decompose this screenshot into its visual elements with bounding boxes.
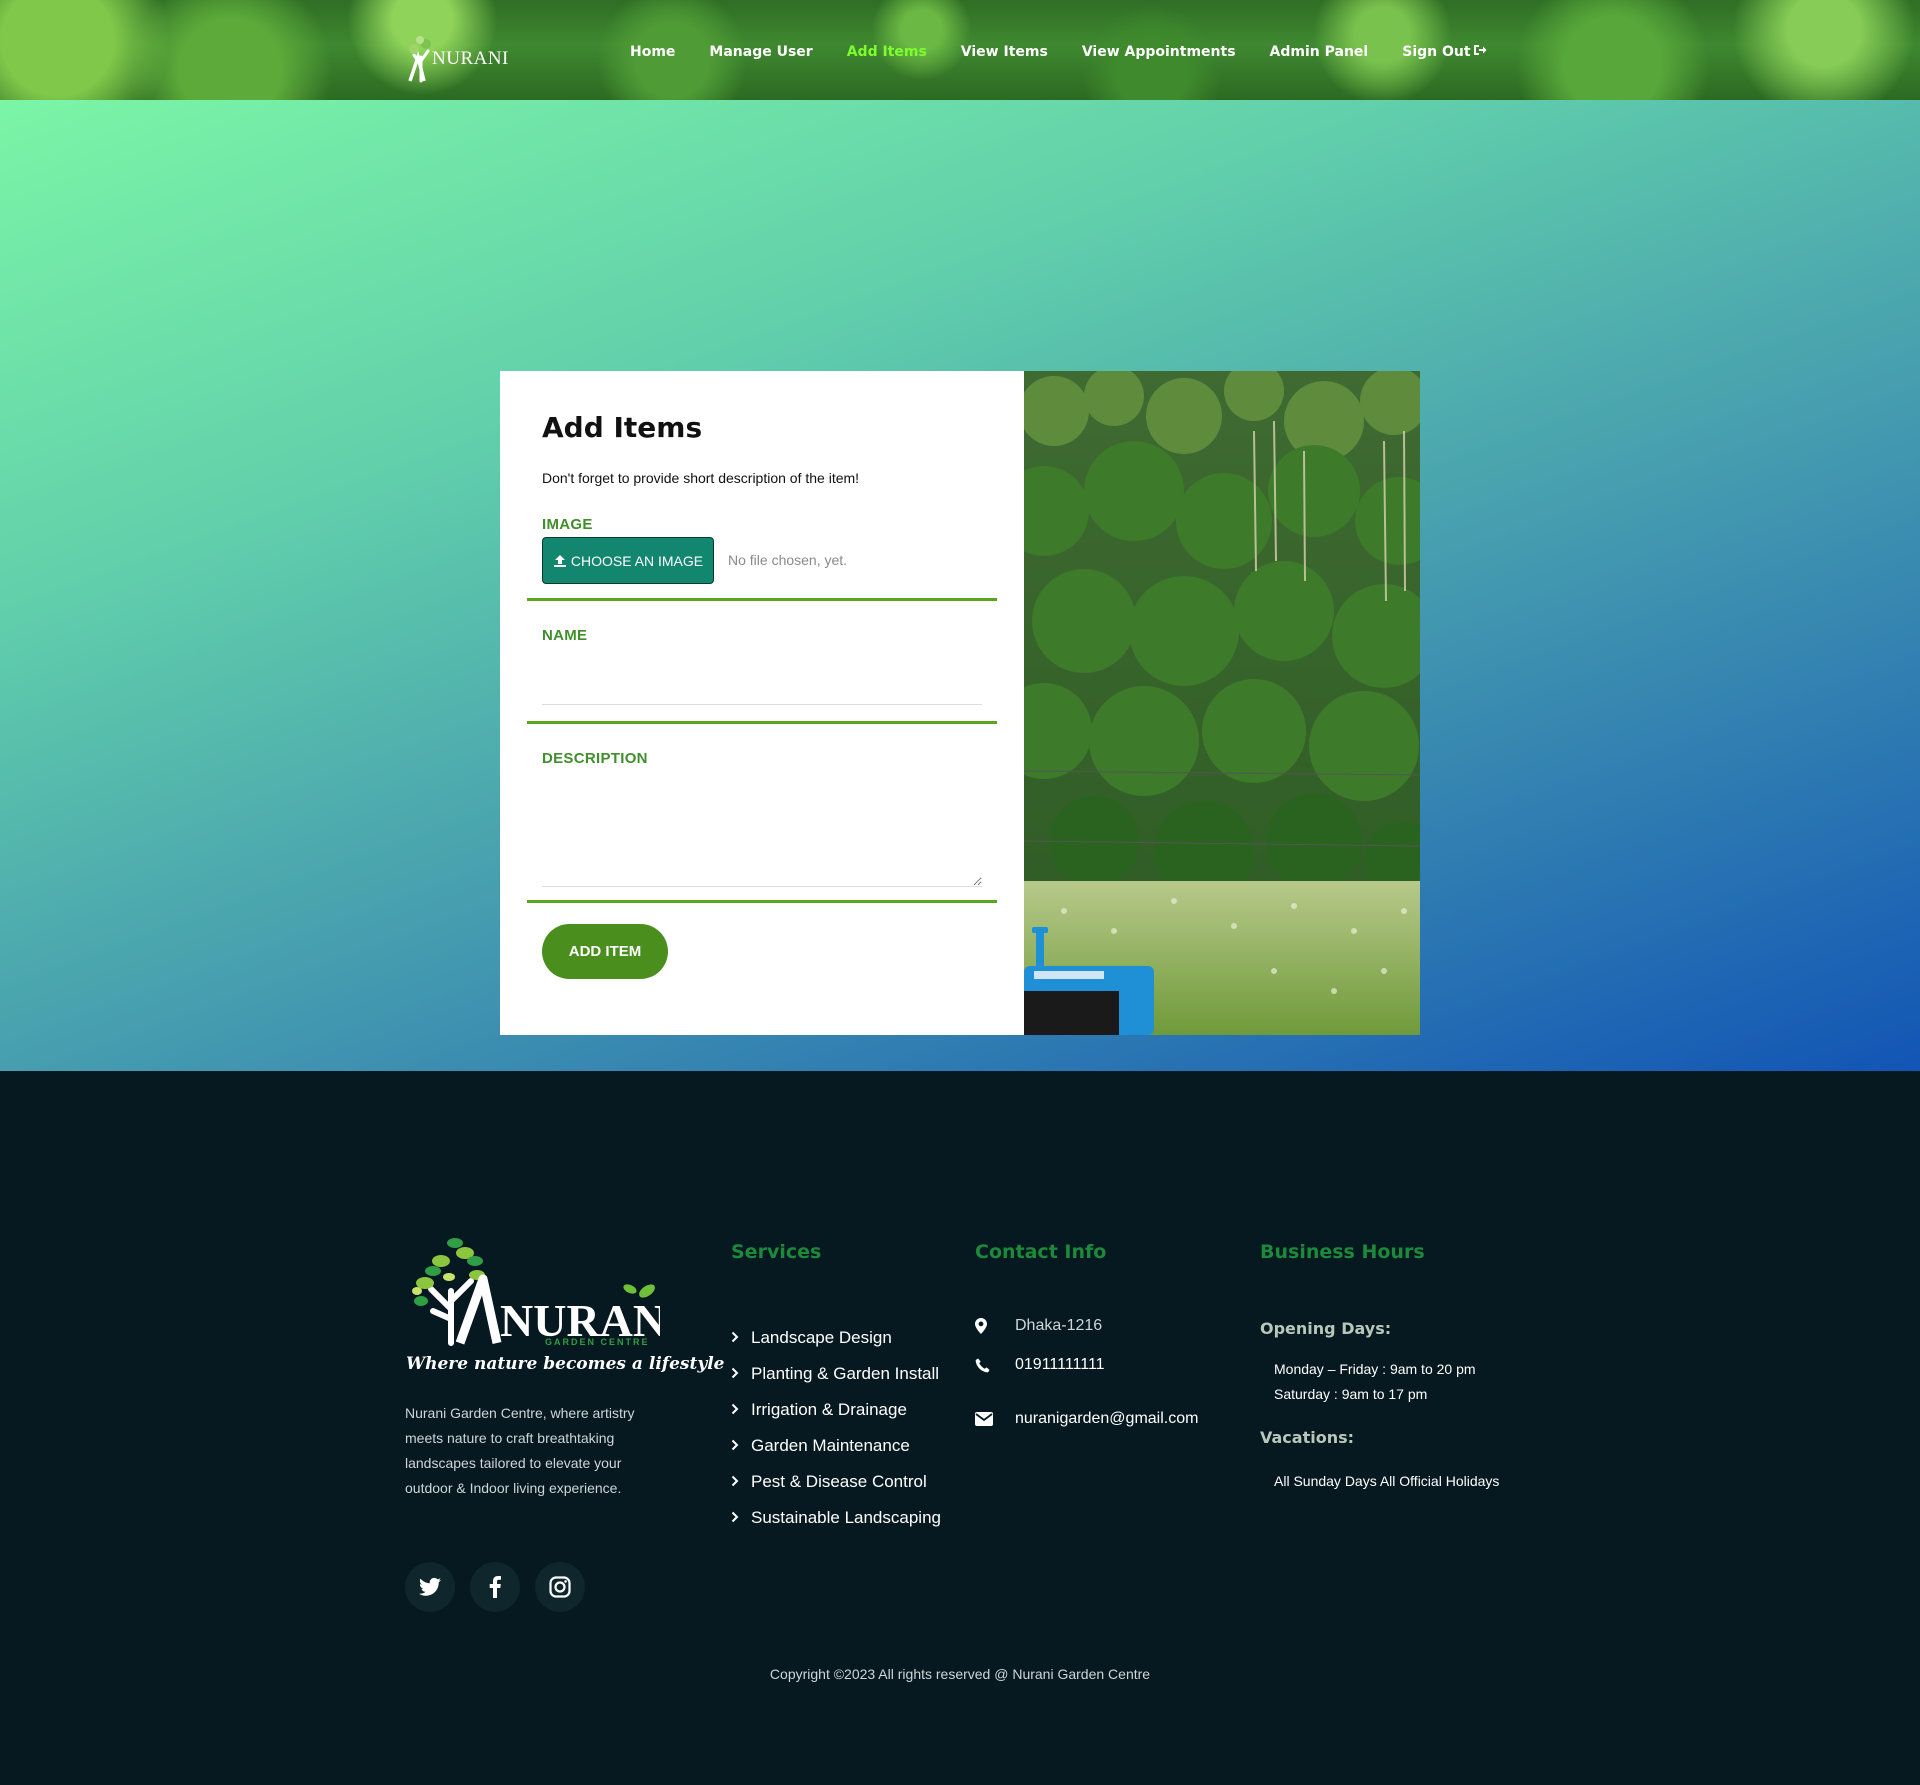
opening-days-label: Opening Days: [1260, 1319, 1392, 1338]
envelope-icon [975, 1412, 1015, 1426]
instagram-link[interactable] [535, 1562, 585, 1612]
services-heading: Services [731, 1241, 822, 1263]
services-list: Landscape Design Planting & Garden Insta… [731, 1320, 941, 1536]
footer-tagline: Where nature becomes a lifestyle [406, 1354, 725, 1374]
name-label: NAME [542, 627, 588, 644]
facebook-icon [489, 1576, 501, 1598]
hero-section: Add Items Don't forget to provide short … [0, 100, 1920, 1071]
add-item-card: Add Items Don't forget to provide short … [500, 371, 1420, 1035]
contact-heading: Contact Info [975, 1241, 1107, 1263]
service-item[interactable]: Pest & Disease Control [731, 1464, 941, 1500]
nav-sign-out[interactable]: Sign Out [1402, 44, 1487, 60]
service-item[interactable]: Irrigation & Drainage [731, 1392, 941, 1428]
service-label: Planting & Garden Install [751, 1364, 940, 1383]
service-label: Garden Maintenance [751, 1436, 910, 1455]
saturday-hours: Saturday : 9am to 17 pm [1274, 1386, 1428, 1402]
footer-brand-subtitle: GARDEN CENTRE [545, 1337, 650, 1346]
nav-admin-panel[interactable]: Admin Panel [1270, 44, 1369, 60]
chevron-right-icon [731, 1328, 739, 1348]
chevron-right-icon [731, 1472, 739, 1492]
contact-address: Dhaka-1216 [975, 1317, 1102, 1335]
footer-about-text: Nurani Garden Centre, where artistry mee… [405, 1405, 635, 1496]
instagram-icon [549, 1576, 571, 1598]
service-item[interactable]: Garden Maintenance [731, 1428, 941, 1464]
description-textarea[interactable] [542, 789, 982, 887]
description-label: DESCRIPTION [542, 750, 648, 767]
twitter-icon [419, 1577, 441, 1596]
contact-phone-text: 01911111111 [1015, 1356, 1105, 1373]
chevron-right-icon [731, 1400, 739, 1420]
form-title: Add Items [542, 411, 703, 444]
nav-sign-out-label: Sign Out [1402, 44, 1471, 60]
nav-view-appointments[interactable]: View Appointments [1082, 44, 1236, 60]
site-footer: NURANI GARDEN CENTRE Where nature become… [0, 1071, 1920, 1785]
service-label: Pest & Disease Control [751, 1472, 927, 1491]
hours-heading: Business Hours [1260, 1241, 1425, 1263]
main-nav: Home Manage User Add Items View Items Vi… [630, 40, 1521, 64]
section-divider [527, 900, 997, 903]
header-logo-text: NURANI [432, 48, 509, 69]
tree-logo-icon: NURANI GARDEN CENTRE [412, 1238, 684, 1347]
vacations-text: All Sunday Days All Official Holidays [1274, 1473, 1500, 1489]
site-header: NURANI Home Manage User Add Items View I… [0, 0, 1920, 100]
nav-home[interactable]: Home [630, 44, 675, 60]
choose-image-button[interactable]: CHOOSE AN IMAGE [542, 537, 714, 584]
nav-view-items[interactable]: View Items [961, 44, 1048, 60]
sign-out-icon [1473, 44, 1487, 60]
vacations-label: Vacations: [1260, 1428, 1355, 1447]
weekday-hours: Monday – Friday : 9am to 20 pm [1274, 1361, 1476, 1377]
file-status-text: No file chosen, yet. [728, 552, 848, 568]
copyright-text: Copyright ©2023 All rights reserved @ Nu… [769, 1666, 1151, 1682]
add-item-button[interactable]: ADD ITEM [542, 924, 668, 979]
chevron-right-icon [731, 1508, 739, 1528]
facebook-link[interactable] [470, 1562, 520, 1612]
service-label: Landscape Design [751, 1328, 892, 1347]
contact-email[interactable]: nuranigarden@gmail.com [975, 1410, 1198, 1428]
choose-image-label: CHOOSE AN IMAGE [570, 552, 704, 569]
upload-icon [553, 554, 566, 567]
map-pin-icon [975, 1318, 1015, 1334]
name-input[interactable] [542, 665, 982, 705]
section-divider [527, 721, 997, 724]
contact-phone[interactable]: 01911111111 [975, 1356, 1105, 1374]
service-label: Irrigation & Drainage [751, 1400, 907, 1419]
add-item-form: Add Items Don't forget to provide short … [500, 371, 1024, 1035]
nav-manage-user[interactable]: Manage User [709, 44, 812, 60]
contact-email-text: nuranigarden@gmail.com [1015, 1410, 1199, 1427]
section-divider [527, 598, 997, 601]
nav-add-items[interactable]: Add Items [847, 44, 927, 60]
header-logo[interactable]: NURANI [406, 34, 509, 84]
contact-address-text: Dhaka-1216 [1015, 1317, 1103, 1334]
image-label: IMAGE [542, 516, 593, 533]
form-subtitle: Don't forget to provide short descriptio… [542, 470, 860, 486]
twitter-link[interactable] [405, 1562, 455, 1612]
footer-logo: NURANI GARDEN CENTRE [405, 1231, 684, 1347]
social-links [405, 1562, 600, 1612]
service-item[interactable]: Planting & Garden Install [731, 1356, 941, 1392]
phone-icon [975, 1357, 1015, 1373]
chevron-right-icon [731, 1436, 739, 1456]
forest-photo [1024, 371, 1420, 1035]
chevron-right-icon [731, 1364, 739, 1384]
service-item[interactable]: Sustainable Landscaping [731, 1500, 941, 1536]
service-label: Sustainable Landscaping [751, 1508, 941, 1527]
service-item[interactable]: Landscape Design [731, 1320, 941, 1356]
